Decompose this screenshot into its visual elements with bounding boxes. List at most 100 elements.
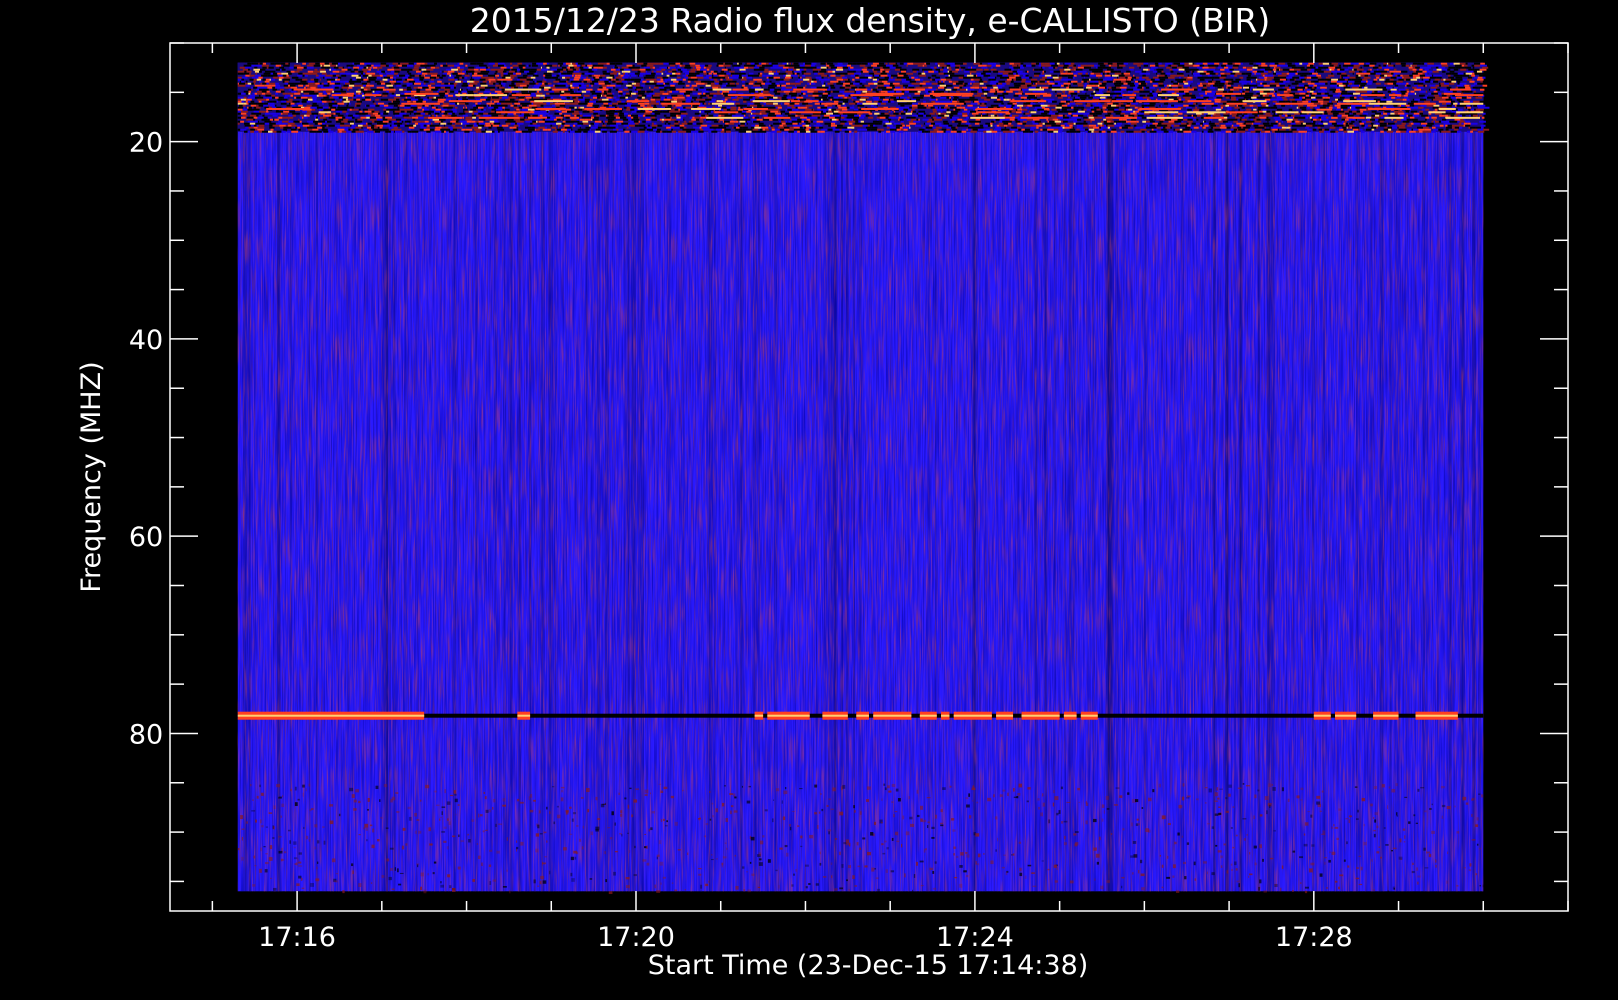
interference-cell [1312, 72, 1318, 75]
interference-cell [708, 72, 711, 75]
interference-cell [659, 66, 661, 69]
interference-cell [568, 88, 570, 91]
interference-cell [826, 92, 828, 95]
interference-cell [567, 68, 573, 71]
interference-cell [445, 86, 451, 89]
interference-cell [619, 92, 623, 95]
interference-cell [380, 64, 386, 67]
interference-cell [329, 68, 331, 71]
interference-cell [650, 78, 657, 81]
interference-cell [1297, 84, 1299, 87]
interference-cell [1310, 88, 1316, 91]
interference-cell [645, 72, 652, 75]
interference-cell [602, 72, 606, 75]
interference-cell [1283, 90, 1288, 93]
interference-cell [368, 78, 376, 81]
interference-cell [501, 102, 507, 105]
interference-cell [1018, 68, 1020, 71]
interference-cell [1247, 92, 1254, 95]
interference-cell [468, 96, 475, 99]
interference-cell [425, 64, 430, 67]
interference-cell [546, 102, 551, 105]
interference-cell [538, 82, 543, 85]
interference-cell [599, 78, 603, 81]
interference-cell [589, 100, 597, 103]
interference-cell [638, 94, 641, 97]
interference-cell [1129, 68, 1134, 71]
interference-cell [577, 80, 580, 83]
interference-cell [637, 102, 645, 105]
interference-cell [623, 70, 631, 73]
interference-cell [313, 84, 318, 87]
interference-cell [840, 96, 843, 99]
interference-cell [711, 74, 714, 77]
interference-cell [703, 76, 709, 79]
interference-cell [1360, 84, 1366, 87]
interference-cell [318, 92, 323, 95]
interference-cell [668, 86, 676, 89]
interference-cell [407, 78, 414, 81]
interference-cell [254, 92, 258, 95]
interference-cell [1273, 104, 1277, 107]
interference-cell [1431, 92, 1434, 95]
interference-cell [893, 96, 897, 99]
interference-cell [969, 80, 975, 83]
interference-cell [699, 86, 704, 89]
interference-cell [1106, 86, 1109, 89]
interference-cell [454, 90, 459, 93]
interference-cell [616, 72, 619, 75]
interference-cell [843, 78, 849, 81]
interference-cell [1106, 72, 1110, 75]
interference-cell [437, 98, 440, 101]
interference-cell [530, 68, 537, 71]
interference-cell [1201, 88, 1207, 91]
interference-cell [855, 68, 862, 71]
interference-cell [448, 76, 455, 79]
interference-cell [1274, 80, 1280, 83]
interference-cell [1308, 62, 1314, 65]
interference-cell [609, 84, 616, 87]
interference-cell [1457, 102, 1461, 105]
interference-cell [711, 76, 718, 79]
interference-cell [536, 94, 541, 97]
interference-cell [1097, 102, 1101, 105]
interference-cell [1323, 100, 1330, 103]
interference-cell [469, 82, 473, 85]
interference-cell [586, 88, 593, 91]
interference-cell [1014, 74, 1020, 77]
interference-cell [597, 96, 600, 99]
interference-cell [332, 74, 336, 77]
interference-cell [786, 62, 789, 65]
interference-cell [1013, 66, 1021, 69]
interference-cell [404, 106, 411, 109]
interference-cell [1003, 90, 1007, 93]
interference-cell [590, 78, 592, 81]
interference-cell [268, 104, 270, 107]
interference-cell [1022, 90, 1025, 93]
interference-cell [422, 104, 425, 107]
interference-cell [579, 86, 586, 89]
interference-cell [390, 76, 394, 79]
interference-cell [762, 90, 769, 93]
interference-cell [282, 74, 287, 77]
interference-cell [309, 84, 314, 87]
interference-cell [702, 102, 705, 105]
interference-cell [354, 84, 358, 87]
interference-cell [269, 104, 275, 107]
interference-cell [667, 90, 670, 93]
interference-cell [989, 84, 993, 87]
interference-cell [289, 66, 294, 69]
interference-cell [1444, 82, 1450, 85]
interference-cell [515, 84, 520, 87]
interference-cell [618, 90, 623, 93]
interference-cell [924, 86, 929, 89]
interference-cell [452, 86, 454, 89]
interference-cell [524, 64, 526, 67]
interference-cell [296, 68, 303, 71]
interference-cell [1293, 96, 1300, 99]
interference-cell [842, 84, 846, 87]
interference-cell [621, 70, 624, 73]
interference-cell [536, 68, 542, 71]
interference-cell [1383, 64, 1387, 67]
interference-cell [1183, 104, 1189, 107]
